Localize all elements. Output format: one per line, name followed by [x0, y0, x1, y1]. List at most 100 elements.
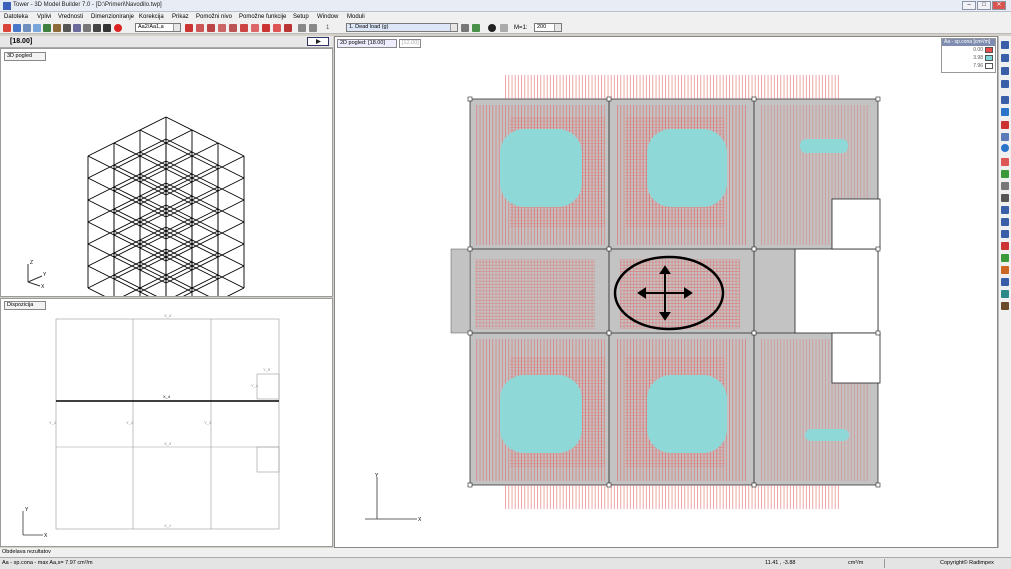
measure-icon[interactable] [53, 24, 61, 32]
tool-dimension-icon[interactable] [1001, 194, 1009, 202]
legend-swatch [985, 63, 993, 69]
stop-icon[interactable] [114, 24, 122, 32]
scale-label: M=1: [514, 25, 528, 31]
step-value: 1 [326, 25, 330, 31]
grid-label-top: X_4 [164, 313, 172, 318]
level-header: [18.00] [0, 36, 333, 48]
tool-spring-icon[interactable] [1001, 170, 1009, 178]
tool-material-icon[interactable] [1001, 266, 1009, 274]
force-icon[interactable] [218, 24, 226, 32]
diagram-icon[interactable] [196, 24, 204, 32]
tool-select-icon[interactable] [1001, 108, 1009, 116]
next-load-icon[interactable] [472, 24, 480, 32]
grid-label-bottom: X_1 [164, 523, 172, 528]
stress-icon[interactable] [251, 24, 259, 32]
tool-line-icon[interactable] [1001, 182, 1009, 190]
menu-item-vplivi[interactable]: Vplivi [37, 14, 51, 20]
tool-foundation-icon[interactable] [1001, 290, 1009, 298]
scale-combo[interactable]: 200 [534, 23, 562, 32]
close-button[interactable]: ✕ [992, 1, 1006, 10]
tool-layer-icon[interactable] [1001, 278, 1009, 286]
play-icon [316, 39, 321, 44]
level-play-button[interactable] [307, 37, 329, 46]
menu-item-dimenzioniranje[interactable]: Dimenzioniranje [91, 14, 134, 20]
tool-section-icon[interactable] [1001, 133, 1009, 141]
tool-axes-icon[interactable] [1001, 206, 1009, 214]
tool-mesh-icon[interactable] [1001, 218, 1009, 226]
new-icon[interactable] [3, 24, 11, 32]
menu-item-window[interactable]: Window [317, 14, 338, 20]
menu-item-pomozni-nivo[interactable]: Pomožni nivo [196, 14, 232, 20]
save-icon[interactable] [23, 24, 31, 32]
menu-item-korekcija[interactable]: Korekcija [139, 14, 164, 20]
info-icon[interactable] [1001, 144, 1009, 152]
minimize-button[interactable]: – [962, 1, 976, 10]
prev-load-icon[interactable] [461, 24, 469, 32]
grid-label-low: X_3 [164, 441, 172, 446]
plan-axis-y: Y [375, 473, 379, 479]
moment-icon[interactable] [207, 24, 215, 32]
tool-ground-icon[interactable] [1001, 254, 1009, 262]
section-icon[interactable] [284, 24, 292, 32]
result-type-combo[interactable]: Aa2/Aa1,a [135, 23, 181, 32]
support-icon[interactable] [262, 24, 270, 32]
tool-node-icon[interactable] [1001, 230, 1009, 238]
axis-z-label: Z [30, 260, 33, 266]
table-icon[interactable] [73, 24, 81, 32]
menu-item-moduli[interactable]: Moduli [347, 14, 365, 20]
disposition-pane[interactable]: Dispozicija X_4 X_4 X_3 X_1 Y_1 Y_2 Y_3 … [0, 298, 333, 547]
disp-axis-x: X [44, 533, 48, 539]
status-coords: 11.41 , -3.88 [765, 560, 796, 566]
axis-y-label: Y [43, 272, 47, 278]
open-icon[interactable] [13, 24, 21, 32]
chart-icon[interactable] [83, 24, 91, 32]
print-icon[interactable] [33, 24, 41, 32]
status-toggles[interactable] [884, 559, 930, 568]
move-icon[interactable] [43, 24, 51, 32]
tool-load-icon[interactable] [1001, 121, 1009, 129]
redo-icon[interactable] [309, 24, 317, 32]
status-copyright: Copyright© Radimpex [940, 560, 994, 566]
disp-axis-y: Y [25, 507, 29, 513]
tool-column-icon[interactable] [1001, 54, 1009, 62]
legend-row: 0.00 [942, 46, 995, 54]
level-indicator: [18.00] [10, 38, 33, 45]
grid-label-y2: Y_2 [126, 420, 134, 425]
contrast-icon[interactable] [488, 24, 496, 32]
tool-beam-icon[interactable] [1001, 41, 1009, 49]
calc-icon[interactable] [103, 24, 111, 32]
tool-slab-icon[interactable] [1001, 80, 1009, 88]
tool-support-icon[interactable] [1001, 96, 1009, 104]
grid-label-mid: X_4 [163, 394, 171, 399]
legend-row: 7.96 [942, 62, 995, 70]
shear-icon[interactable] [229, 24, 237, 32]
tool-force-icon[interactable] [1001, 158, 1009, 166]
menu-item-vrednosti[interactable]: Vrednosti [58, 14, 83, 20]
grid-icon[interactable] [63, 24, 71, 32]
maximize-button[interactable]: □ [977, 1, 991, 10]
window-title: Tower - 3D Model Builder 7.0 - [D:\Prime… [13, 2, 162, 8]
reinforcement-icon[interactable] [185, 24, 193, 32]
deform-icon[interactable] [240, 24, 248, 32]
menu-item-datoteka[interactable]: Datoteka [4, 14, 28, 20]
grid-label-y5: Y_5 [263, 367, 271, 372]
view-3d-pane[interactable]: 3D pogled Z Y X [0, 48, 333, 297]
tool-wall-icon[interactable] [1001, 67, 1009, 75]
toolbar: Aa2/Aa1,a 1 1. Dead load (g) M=1: 200 [0, 22, 1011, 34]
load-case-combo[interactable]: 1. Dead load (g) [346, 23, 458, 32]
plan-drawing[interactable]: Y X [335, 37, 997, 547]
layers-icon[interactable] [93, 24, 101, 32]
menu-item-pomozne-funkcije[interactable]: Pomožne funkcije [239, 14, 286, 20]
legend-row: 3.98 [942, 54, 995, 62]
tool-tree-icon[interactable] [1001, 302, 1009, 310]
menu-item-prikaz[interactable]: Prikaz [172, 14, 189, 20]
menu-item-setup[interactable]: Setup [293, 14, 309, 20]
disposition-drawing[interactable]: X_4 X_4 X_3 X_1 Y_1 Y_2 Y_3 Y_4 Y_5 Y X [1, 299, 332, 546]
undo-icon[interactable] [298, 24, 306, 32]
envelope-icon[interactable] [273, 24, 281, 32]
status-bar: Aa - sp.cona - max Aa,s= 7.97 cm²/m 11.4… [0, 557, 1011, 569]
view-2d-pane[interactable]: 2D pogled: [18.00] [12.00] Y X [334, 36, 998, 548]
fit-icon[interactable] [500, 24, 508, 32]
tool-fire-icon[interactable] [1001, 242, 1009, 250]
grid-label-y3: Y_3 [204, 420, 212, 425]
